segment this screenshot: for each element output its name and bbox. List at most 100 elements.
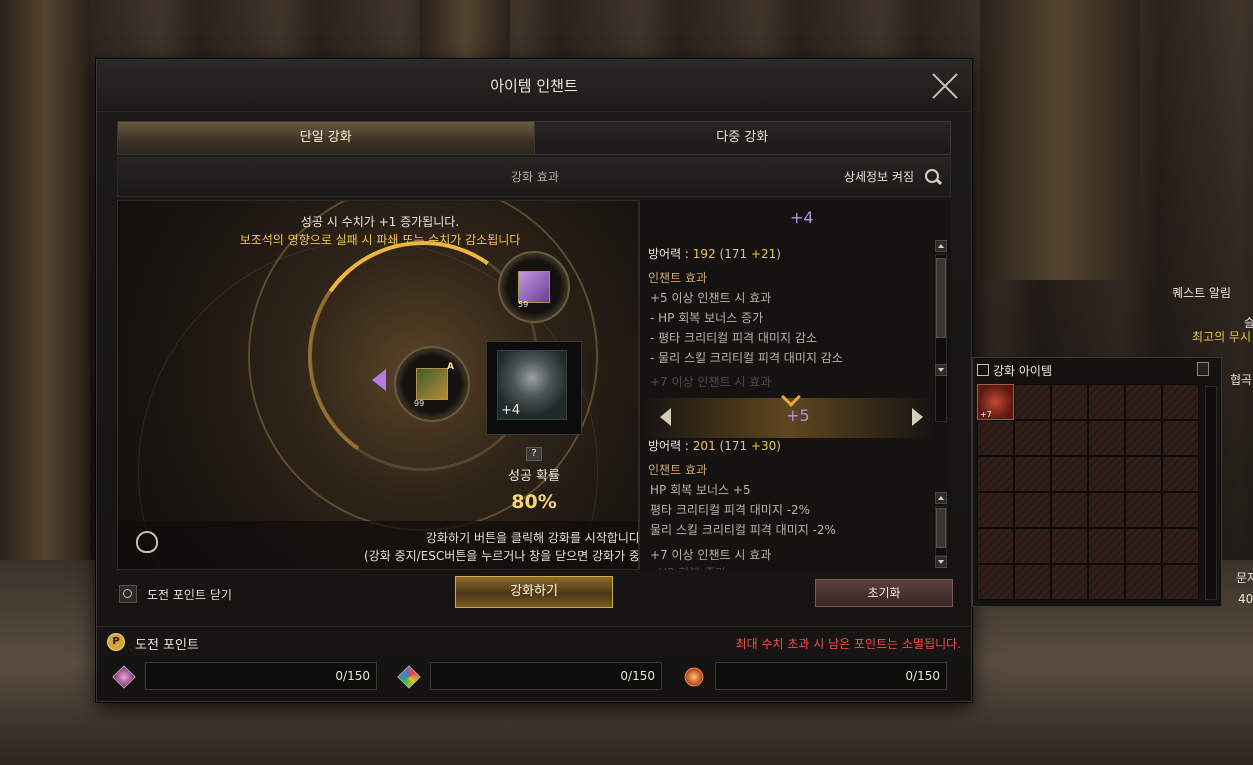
point-value: 0/150 (430, 662, 662, 690)
bag-icon (977, 364, 989, 376)
inventory-slot[interactable] (1125, 384, 1162, 420)
inventory-slot[interactable] (1125, 492, 1162, 528)
background-pillar (420, 0, 510, 60)
material-scroll-icon (416, 368, 448, 400)
arrow-left-icon[interactable] (372, 369, 386, 391)
inventory-slot[interactable] (1162, 420, 1199, 456)
inventory-slot[interactable] (1088, 528, 1125, 564)
side-text-fragment: 문자 (1236, 571, 1253, 585)
tab-single-enchant[interactable]: 단일 강화 (118, 122, 535, 154)
help-button[interactable]: ? (526, 447, 542, 461)
inventory-slot[interactable] (1162, 564, 1199, 600)
inventory-slot[interactable] (1162, 384, 1199, 420)
points-warning: 최대 수치 초과 시 남은 포인트는 소멸됩니다. (735, 637, 961, 651)
inventory-slot[interactable] (1088, 384, 1125, 420)
current-defense: 방어력 : 192 (171 +21) (648, 247, 781, 261)
potion-icon[interactable] (136, 531, 158, 553)
point-coin-icon: P (107, 633, 125, 651)
point-cell: 0/150 (394, 660, 664, 692)
item-enchant-window: 아이템 인챈트 단일 강화 다중 강화 강화 효과 상세정보 켜짐 성공 시 수… (96, 59, 972, 702)
next-level: +5 (786, 406, 810, 425)
enchant-button[interactable]: 강화하기 (455, 576, 613, 608)
inventory-scrollbar[interactable] (1205, 386, 1217, 600)
inventory-slot[interactable] (977, 456, 1014, 492)
next-level-arrow-icon[interactable] (912, 408, 923, 426)
previous-level-arrow-icon[interactable] (660, 408, 671, 426)
support-stone-icon (518, 271, 550, 303)
effect-line: - 물리 스킬 크리티컬 피격 대미지 감소 (650, 351, 843, 365)
support-stone-level: 59 (518, 300, 529, 309)
scroll-thumb[interactable] (936, 258, 946, 338)
scroll-down-button[interactable] (935, 556, 947, 568)
multicolor-gem-icon (397, 665, 421, 689)
scroll-up-button[interactable] (935, 492, 947, 504)
inventory-slot[interactable] (977, 564, 1014, 600)
inventory-slot[interactable] (977, 528, 1014, 564)
inventory-slot[interactable]: +7 (977, 384, 1014, 420)
inventory-slot[interactable] (1088, 420, 1125, 456)
challenge-points-title: 도전 포인트 (135, 638, 199, 653)
challenge-points-header: P 도전 포인트 최대 수치 초과 시 남은 포인트는 소멸됩니다. (97, 626, 971, 656)
point-value: 0/150 (145, 662, 377, 690)
quest-alert-title[interactable]: 퀘스트 알림 (1172, 284, 1231, 301)
inventory-slot[interactable] (1051, 384, 1088, 420)
inventory-slot[interactable] (1162, 492, 1199, 528)
effect-header-bar: 강화 효과 상세정보 켜짐 (117, 157, 951, 197)
sort-icon[interactable] (1197, 362, 1209, 376)
inventory-slot[interactable] (977, 492, 1014, 528)
effect-line: - 평타 크리티컬 피격 대미지 감소 (650, 331, 817, 345)
effect-header: 강화 효과 (511, 170, 559, 184)
next-effects-heading: 인챈트 효과 (648, 463, 708, 477)
background-pillar (980, 0, 1140, 280)
enchant-stats-panel: +4 방어력 : 192 (171 +21) 인챈트 효과 +5 이상 인챈트 … (639, 200, 951, 570)
inventory-slot[interactable] (1014, 420, 1051, 456)
scroll-up-button[interactable] (935, 240, 947, 252)
inventory-slot[interactable] (1051, 456, 1088, 492)
inventory-slot[interactable] (1051, 420, 1088, 456)
window-title: 아이템 인챈트 (97, 60, 971, 112)
close-icon[interactable] (931, 72, 959, 100)
target-item-slot[interactable]: +4 (486, 341, 582, 435)
inventory-slot[interactable] (1125, 456, 1162, 492)
current-level: +4 (790, 208, 814, 227)
effect-line: +5 이상 인챈트 시 효과 (650, 291, 772, 305)
scroll-thumb[interactable] (936, 508, 946, 548)
point-value: 0/150 (715, 662, 947, 690)
inventory-slot[interactable] (977, 420, 1014, 456)
point-cell: 0/150 (679, 660, 949, 692)
inventory-slot[interactable] (1051, 564, 1088, 600)
inventory-slot[interactable] (1051, 528, 1088, 564)
detail-info-toggle[interactable]: 상세정보 켜짐 (844, 158, 914, 196)
inventory-slot[interactable] (1125, 528, 1162, 564)
inventory-slot[interactable] (1014, 492, 1051, 528)
quest-alert-entry[interactable]: 최고의 무시 (1192, 328, 1251, 345)
scroll-down-button[interactable] (935, 364, 947, 376)
inventory-slot[interactable] (1088, 564, 1125, 600)
side-text-fragment: 40 (1238, 592, 1253, 606)
pink-gem-icon (112, 665, 136, 689)
side-text-fragment: 슬 (1244, 316, 1253, 330)
inventory-slot[interactable] (1014, 564, 1051, 600)
next-defense: 방어력 : 201 (171 +30) (648, 439, 781, 453)
enchant-item-inventory: 강화 아이템 +7 (972, 357, 1222, 607)
support-stone-slot[interactable]: 59 (498, 251, 570, 323)
inventory-slot[interactable] (1125, 564, 1162, 600)
inventory-slot[interactable] (1051, 492, 1088, 528)
material-slot[interactable]: A 99 (394, 346, 470, 422)
magnifier-icon[interactable] (924, 168, 942, 186)
inventory-slot[interactable] (1014, 384, 1051, 420)
inventory-slot[interactable] (1088, 456, 1125, 492)
reset-button[interactable]: 초기화 (815, 579, 953, 607)
instruction-box: 강화하기 버튼을 클릭해 강화를 시작합니다 (강화 중지/ESC버튼을 누르거… (118, 521, 638, 569)
inventory-slot[interactable] (1162, 528, 1199, 564)
inventory-grid: +7 (977, 384, 1199, 600)
inventory-slot[interactable] (1014, 528, 1051, 564)
inventory-title: 강화 아이템 (993, 364, 1053, 378)
inventory-slot[interactable] (1125, 420, 1162, 456)
challenge-point-toggle[interactable] (119, 585, 137, 603)
challenge-point-toggle-label[interactable]: 도전 포인트 닫기 (147, 586, 232, 603)
inventory-slot[interactable] (1162, 456, 1199, 492)
inventory-slot[interactable] (1014, 456, 1051, 492)
inventory-slot[interactable] (1088, 492, 1125, 528)
tab-multi-enchant[interactable]: 다중 강화 (534, 122, 950, 154)
